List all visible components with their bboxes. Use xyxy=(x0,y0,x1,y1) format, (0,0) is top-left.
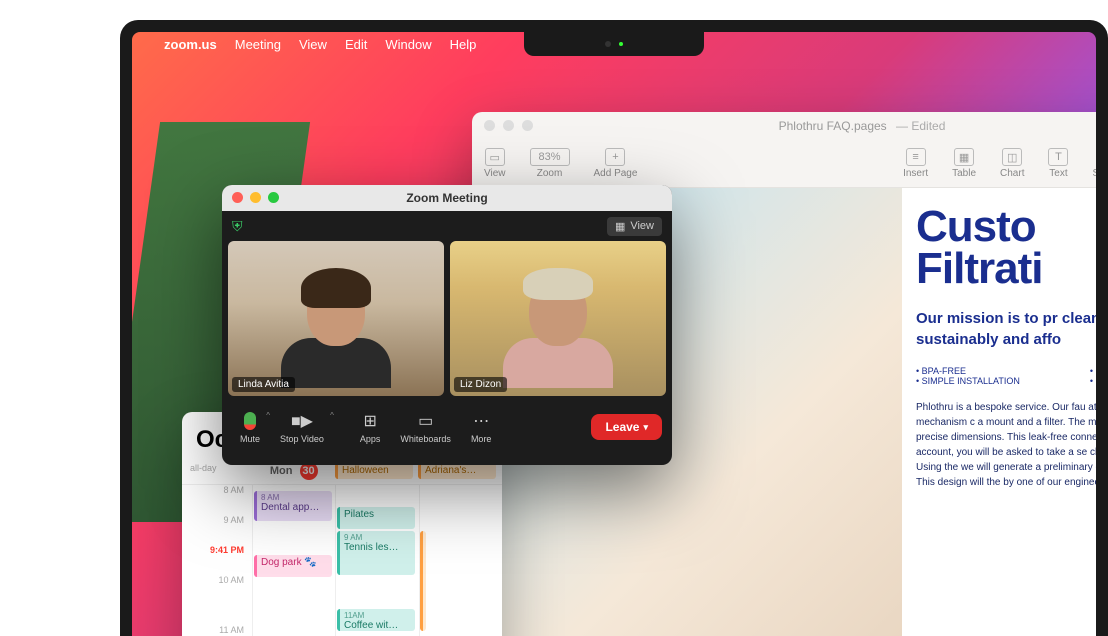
event-pilates[interactable]: Pilates xyxy=(337,507,415,529)
doc-body: Phlothru is a bespoke service. Our fau a… xyxy=(916,400,1096,490)
pages-zoom-button[interactable] xyxy=(522,120,533,131)
zoom-video-grid: Linda Avitia Liz Dizon xyxy=(222,241,672,396)
doc-mission: Our mission is to pr clean water around … xyxy=(916,308,1096,350)
leave-button[interactable]: Leave ▾ xyxy=(591,414,662,440)
doc-title: Custo Filtrati xyxy=(916,206,1096,290)
whiteboard-icon: ▭ xyxy=(418,411,433,431)
menu-view[interactable]: View xyxy=(299,37,327,52)
pages-close-button[interactable] xyxy=(484,120,495,131)
view-button[interactable]: ▦ View xyxy=(607,217,662,236)
zoom-title: Zoom Meeting xyxy=(406,191,487,205)
event-dogpark[interactable]: Dog park 🐾 xyxy=(254,555,332,577)
desktop: zoom.us Meeting View Edit Window Help Ph… xyxy=(132,32,1096,636)
camera-led xyxy=(619,42,623,46)
whiteboards-button[interactable]: ▭ Whiteboards xyxy=(392,407,459,448)
tb-insert[interactable]: ≡Insert xyxy=(903,148,928,179)
doc-bullets: BPA-FREE SIMPLE INSTALLATION MADE FROM R… xyxy=(916,366,1096,386)
more-button[interactable]: ⋯ More xyxy=(463,407,500,448)
notch xyxy=(524,32,704,56)
zoom-window: Zoom Meeting ⛨ ▦ View Linda Avitia Liz D… xyxy=(222,185,672,465)
menu-help[interactable]: Help xyxy=(450,37,477,52)
zoom-traffic-lights xyxy=(232,192,279,203)
zoom-minimize-button[interactable] xyxy=(250,192,261,203)
stop-video-button[interactable]: ■▶ Stop Video^ xyxy=(272,407,332,448)
pages-traffic-lights xyxy=(484,120,533,131)
all-day-label: all-day xyxy=(190,463,217,473)
menu-window[interactable]: Window xyxy=(385,37,431,52)
participant-name-1: Linda Avitia xyxy=(232,377,295,392)
zoom-close-button[interactable] xyxy=(232,192,243,203)
pages-edited-label: — xyxy=(893,119,912,133)
laptop-frame: zoom.us Meeting View Edit Window Help Ph… xyxy=(120,20,1108,636)
mute-button[interactable]: Mute^ xyxy=(232,407,268,448)
pages-titlebar[interactable]: Phlothru FAQ.pages — Edited xyxy=(472,112,1096,140)
tb-chart[interactable]: ◫Chart xyxy=(1000,148,1024,179)
chevron-up-icon[interactable]: ^ xyxy=(330,411,334,420)
tb-text[interactable]: TText xyxy=(1048,148,1068,179)
event-dental[interactable]: 8 AMDental app… xyxy=(254,491,332,521)
pages-toolbar: ▭View 83%Zoom +Add Page ≡Insert ▦Table ◫… xyxy=(472,140,1096,188)
apps-icon: ⊞ xyxy=(363,411,376,431)
app-menu[interactable]: zoom.us xyxy=(164,37,217,52)
event-halloween[interactable]: Halloween xyxy=(335,463,413,479)
zoom-maximize-button[interactable] xyxy=(268,192,279,203)
tb-zoom[interactable]: 83%Zoom xyxy=(530,148,570,179)
menu-edit[interactable]: Edit xyxy=(345,37,367,52)
more-icon: ⋯ xyxy=(473,411,489,431)
pages-filename: Phlothru FAQ.pages xyxy=(779,119,887,133)
chevron-up-icon[interactable]: ^ xyxy=(266,411,270,420)
apps-button[interactable]: ⊞ Apps xyxy=(352,407,389,448)
tb-shape[interactable]: ◯Shape xyxy=(1092,148,1096,179)
tb-table[interactable]: ▦Table xyxy=(952,148,976,179)
video-tile-1[interactable]: Linda Avitia xyxy=(228,241,444,396)
encryption-shield-icon[interactable]: ⛨ xyxy=(232,218,243,235)
zoom-controls: Mute^ ■▶ Stop Video^ ⊞ Apps ▭ Whiteboard… xyxy=(222,396,672,458)
zoom-header: ⛨ ▦ View xyxy=(222,211,672,241)
grid-icon: ▦ xyxy=(615,220,625,233)
event-wed-bar[interactable] xyxy=(420,531,426,631)
calendar-time-labels: 8 AM 9 AM 9:41 PM 10 AM 11 AM xyxy=(182,485,252,636)
zoom-titlebar[interactable]: Zoom Meeting xyxy=(222,185,672,211)
video-tile-2[interactable]: Liz Dizon xyxy=(450,241,666,396)
tb-view[interactable]: ▭View xyxy=(484,148,506,179)
camera-dot xyxy=(605,41,611,47)
participant-name-2: Liz Dizon xyxy=(454,377,507,392)
pages-minimize-button[interactable] xyxy=(503,120,514,131)
microphone-icon xyxy=(244,412,256,430)
tb-add-page[interactable]: +Add Page xyxy=(594,148,638,179)
event-adriana[interactable]: Adriana's… xyxy=(418,463,496,479)
menu-meeting[interactable]: Meeting xyxy=(235,37,281,52)
event-coffee[interactable]: 11AMCoffee wit… xyxy=(337,609,415,631)
video-icon: ■▶ xyxy=(291,411,313,431)
event-tennis[interactable]: 9 AMTennis les… xyxy=(337,531,415,575)
pages-edited-status: Edited xyxy=(911,119,945,133)
document-text-area[interactable]: Custo Filtrati Our mission is to pr clea… xyxy=(902,188,1096,636)
chevron-down-icon: ▾ xyxy=(643,422,648,433)
calendar-grid[interactable]: all-day 8 AM 9 AM 9:41 PM 10 AM 11 AM Ha… xyxy=(182,485,502,636)
